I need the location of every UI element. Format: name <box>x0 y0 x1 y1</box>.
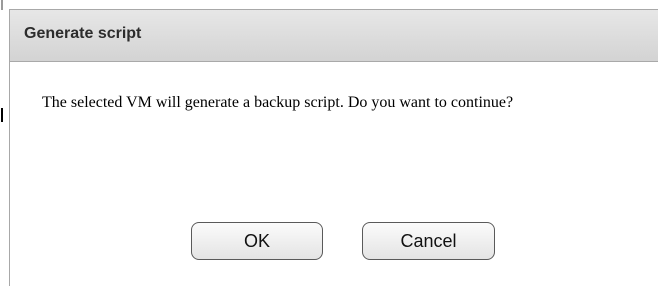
cancel-button[interactable]: Cancel <box>362 222 495 260</box>
screen: Generate script The selected VM will gen… <box>0 0 659 287</box>
background-divider <box>1 108 3 122</box>
ok-button[interactable]: OK <box>191 222 323 260</box>
dialog-message: The selected VM will generate a backup s… <box>42 94 514 111</box>
background-divider <box>1 0 3 10</box>
dialog-titlebar[interactable]: Generate script <box>10 10 658 62</box>
confirm-dialog: Generate script The selected VM will gen… <box>9 9 658 286</box>
dialog-title: Generate script <box>24 25 142 42</box>
background-window-edge <box>0 0 8 287</box>
